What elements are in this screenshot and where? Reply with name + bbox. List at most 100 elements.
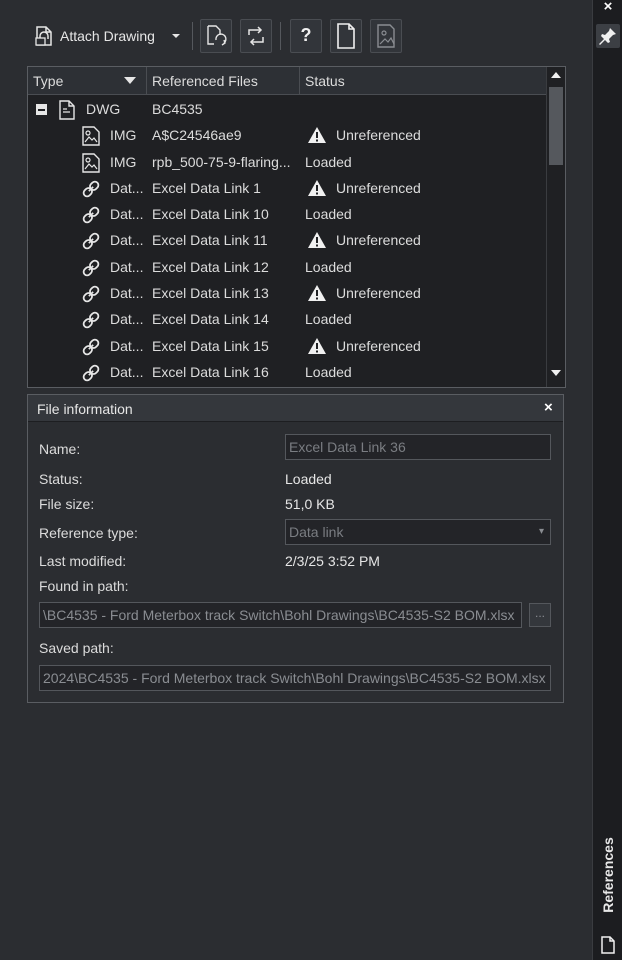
- table-row[interactable]: DWG BC4535: [28, 96, 546, 122]
- saved-path-value: 2024\BC4535 - Ford Meterbox track Switch…: [43, 670, 546, 686]
- row-type: IMG: [110, 153, 137, 170]
- scroll-up-icon[interactable]: [551, 71, 561, 79]
- browse-button[interactable]: ...: [529, 603, 551, 627]
- row-referenced-file: Excel Data Link 15: [152, 337, 269, 354]
- reload-icon: [207, 25, 227, 46]
- table-row[interactable]: Dat... Excel Data Link 1 Unreferenced: [28, 175, 546, 201]
- saved-path-field[interactable]: 2024\BC4535 - Ford Meterbox track Switch…: [39, 665, 551, 691]
- reference-type-label: Reference type:: [39, 525, 138, 541]
- file-information-panel: File information × Name: Excel Data Link…: [27, 394, 564, 703]
- data-link-icon: [80, 178, 102, 200]
- data-link-icon: [80, 309, 102, 331]
- image-icon: [80, 152, 102, 174]
- found-in-path-label: Found in path:: [39, 578, 129, 594]
- references-list-header: Type Referenced Files Status: [28, 67, 546, 95]
- row-status: Unreferenced: [336, 285, 421, 302]
- data-link-icon: [80, 257, 102, 279]
- file-information-header: File information ×: [28, 395, 563, 422]
- close-icon[interactable]: ×: [544, 399, 553, 416]
- references-rows: DWG BC4535 IMG A$C24546ae9 Unreferenced IMG rp…: [28, 96, 546, 385]
- column-header-referenced-files[interactable]: Referenced Files: [147, 67, 300, 95]
- reload-references-button[interactable]: [200, 19, 232, 53]
- scrollbar-thumb[interactable]: [549, 87, 563, 165]
- data-link-icon: [80, 230, 102, 252]
- row-referenced-file: Excel Data Link 14: [152, 311, 269, 328]
- row-referenced-file: A$C24546ae9: [152, 127, 242, 144]
- references-tab-label: References: [600, 837, 616, 913]
- close-icon[interactable]: ×: [593, 0, 622, 16]
- scroll-down-icon[interactable]: [551, 369, 561, 377]
- table-row[interactable]: IMG A$C24546ae9 Unreferenced: [28, 122, 546, 148]
- name-field[interactable]: Excel Data Link 36: [285, 434, 551, 460]
- table-row[interactable]: Dat... Excel Data Link 13 Unreferenced: [28, 280, 546, 306]
- table-row[interactable]: Dat... Excel Data Link 15 Unreferenced: [28, 333, 546, 359]
- warning-icon: [307, 284, 327, 302]
- list-view-button[interactable]: [330, 19, 362, 53]
- warning-icon: [307, 179, 327, 197]
- row-status: Unreferenced: [336, 127, 421, 144]
- reference-type-select[interactable]: Data link ▾: [285, 519, 551, 545]
- row-referenced-file: Excel Data Link 12: [152, 258, 269, 275]
- preview-button[interactable]: [370, 19, 402, 53]
- image-icon: [80, 125, 102, 147]
- row-status: Loaded: [305, 153, 352, 170]
- last-modified-value: 2/3/25 3:52 PM: [285, 553, 380, 569]
- toolbar: Attach Drawing ?: [28, 18, 588, 54]
- table-row[interactable]: IMG rpb_500-75-9-flaring... Loaded: [28, 149, 546, 175]
- table-row[interactable]: Dat... Excel Data Link 14 Loaded: [28, 306, 546, 332]
- attach-dropdown-arrow[interactable]: [166, 19, 186, 53]
- table-row[interactable]: Dat... Excel Data Link 16 Loaded: [28, 359, 546, 385]
- data-link-icon: [80, 362, 102, 384]
- column-header-status[interactable]: Status: [300, 67, 546, 95]
- data-link-icon: [80, 204, 102, 226]
- table-row[interactable]: Dat... Excel Data Link 11 Unreferenced: [28, 227, 546, 253]
- row-referenced-file: Excel Data Link 13: [152, 285, 269, 302]
- last-modified-label: Last modified:: [39, 553, 127, 569]
- row-referenced-file: Excel Data Link 11: [152, 232, 268, 249]
- references-list: Type Referenced Files Status DWG BC4535 IM…: [27, 66, 566, 388]
- file-size-value: 51,0 KB: [285, 496, 335, 512]
- row-status: Loaded: [305, 258, 352, 275]
- row-status: Unreferenced: [336, 179, 421, 196]
- row-type: Dat...: [110, 337, 144, 354]
- caret-down-icon: [172, 34, 180, 38]
- row-referenced-file: Excel Data Link 1: [152, 179, 261, 196]
- attach-drawing-icon: [35, 26, 52, 46]
- attach-drawing-label: Attach Drawing: [60, 28, 155, 44]
- row-referenced-file: rpb_500-75-9-flaring...: [152, 153, 291, 170]
- table-row[interactable]: Dat... Excel Data Link 10 Loaded: [28, 201, 546, 227]
- row-type: Dat...: [110, 206, 144, 223]
- data-link-icon: [80, 283, 102, 305]
- warning-icon: [307, 337, 327, 355]
- data-link-icon: [80, 336, 102, 358]
- row-type: Dat...: [110, 232, 144, 249]
- row-type: Dat...: [110, 179, 144, 196]
- file-information-title: File information: [37, 401, 133, 417]
- found-in-path-value: \BC4535 - Ford Meterbox track Switch\Boh…: [43, 607, 515, 623]
- chevron-down-icon: ▾: [538, 526, 544, 537]
- warning-icon: [307, 126, 327, 144]
- row-status: Loaded: [305, 363, 352, 380]
- name-label: Name:: [39, 441, 81, 457]
- collapse-icon[interactable]: [36, 104, 47, 115]
- document-icon: [601, 936, 615, 954]
- row-type: Dat...: [110, 363, 144, 380]
- column-header-type[interactable]: Type: [28, 67, 147, 95]
- references-tab[interactable]: References: [593, 820, 622, 930]
- pin-button[interactable]: [596, 24, 620, 48]
- attach-drawing-button[interactable]: Attach Drawing: [28, 19, 186, 53]
- row-referenced-file: Excel Data Link 16: [152, 363, 269, 380]
- help-icon: ?: [300, 25, 312, 45]
- table-row[interactable]: Dat... Excel Data Link 12 Loaded: [28, 254, 546, 280]
- document-icon: [337, 23, 355, 49]
- vertical-scrollbar[interactable]: [546, 67, 565, 387]
- found-in-path-field[interactable]: \BC4535 - Ford Meterbox track Switch\Boh…: [39, 602, 522, 628]
- row-status: Loaded: [305, 206, 352, 223]
- help-button[interactable]: ?: [290, 19, 322, 53]
- sort-down-icon: [124, 77, 136, 84]
- pin-icon: [599, 28, 616, 45]
- status-label: Status:: [39, 471, 83, 487]
- reload-all-button[interactable]: [240, 19, 272, 53]
- reference-type-value: Data link: [289, 524, 344, 540]
- row-type: Dat...: [110, 285, 144, 302]
